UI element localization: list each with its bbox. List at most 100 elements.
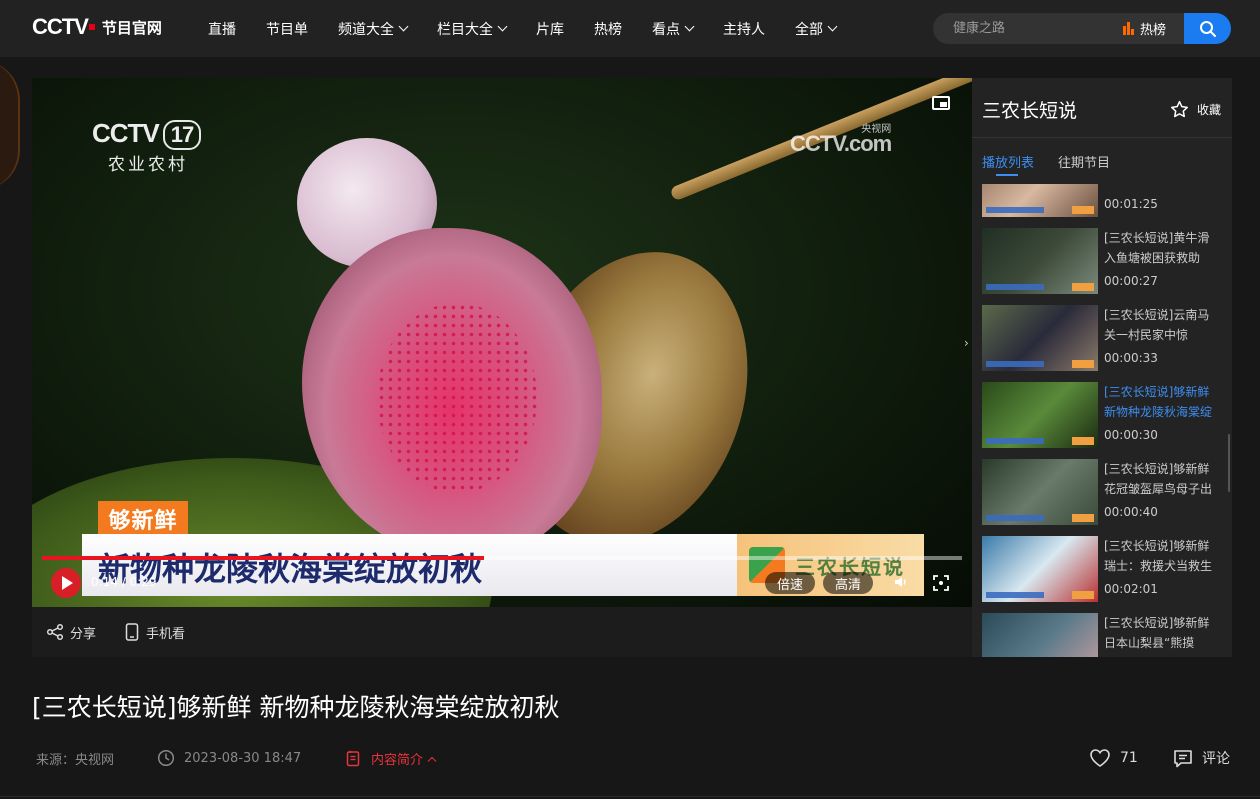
play-button[interactable] xyxy=(51,568,81,598)
footer-divider xyxy=(0,796,1260,797)
favorite-button[interactable]: 收藏 xyxy=(1170,100,1221,119)
playlist-thumbnail xyxy=(982,613,1098,657)
nav-item[interactable]: 全部 xyxy=(795,19,838,39)
playlist-item-duration: 00:02:01 xyxy=(1104,582,1158,596)
nav-item-label: 热榜 xyxy=(594,21,622,38)
clock-icon xyxy=(157,749,175,767)
volume-icon[interactable] xyxy=(893,574,909,590)
tab-underline xyxy=(996,174,1018,176)
channel-watermark: CCTV 17 农业农村 xyxy=(92,118,202,175)
nav-item[interactable]: 栏目大全 xyxy=(437,19,508,39)
thumbnail-caption-strip xyxy=(986,284,1044,290)
play-icon xyxy=(62,576,73,590)
logo-dot xyxy=(88,24,95,30)
hot-chart-icon xyxy=(1123,22,1135,35)
speed-button[interactable]: 倍速 xyxy=(765,572,816,594)
nav-item[interactable]: 节目单 xyxy=(266,19,308,39)
playlist-sidebar: 三农长短说 收藏 播放列表 往期节目 › 村干部营救大熊猫幼仔00:01:25 [… xyxy=(964,78,1232,657)
search-icon xyxy=(1199,20,1216,37)
playlist-thumbnail xyxy=(982,184,1098,217)
thumbnail-caption-strip xyxy=(986,207,1044,213)
playlist-item[interactable]: 村干部营救大熊猫幼仔00:01:25 xyxy=(982,184,1222,221)
playlist-item-duration: 00:00:30 xyxy=(1104,428,1158,442)
search-button[interactable] xyxy=(1184,13,1231,44)
intro-toggle[interactable]: 内容简介 xyxy=(346,749,437,768)
nav-item[interactable]: 热榜 xyxy=(594,19,622,39)
side-decoration xyxy=(0,60,20,190)
share-icon xyxy=(46,623,64,641)
tab-playlist[interactable]: 播放列表 xyxy=(982,152,1034,171)
time-display: 0:14 / 0:29 xyxy=(91,575,157,589)
chevron-down-icon xyxy=(684,21,695,32)
watermark-brand: CCTV xyxy=(92,118,160,148)
video-source: 来源：央视网 xyxy=(36,753,115,768)
playlist-item[interactable]: [三农长短说]够新鲜 瑞士：救援犬当救生 00:02:01 xyxy=(982,536,1222,606)
comment-icon xyxy=(1174,749,1192,767)
playlist-item[interactable]: [三农长短说]够新鲜 日本山梨县“熊摸 xyxy=(982,613,1222,657)
share-button[interactable]: 分享 xyxy=(46,623,96,642)
nav-item[interactable]: 频道大全 xyxy=(338,19,409,39)
playlist-item-title: [三农长短说]够新鲜 瑞士：救援犬当救生 xyxy=(1104,539,1213,573)
nav-item-label: 栏目大全 xyxy=(437,21,493,38)
playlist-thumbnail xyxy=(982,382,1098,448)
phone-icon xyxy=(125,623,139,641)
like-button[interactable]: 71 xyxy=(1089,748,1138,768)
thumbnail-logo xyxy=(1072,206,1094,214)
site-watermark: 央视网 CCTV.com xyxy=(790,120,892,157)
video-player[interactable]: CCTV 17 农业农村 央视网 CCTV.com 够新鲜 新物种龙陵秋海棠绽放初… xyxy=(32,78,972,607)
playlist-item-title: [三农长短说]够新鲜 花冠皱盔犀鸟母子出 xyxy=(1104,462,1213,496)
thumbnail-logo xyxy=(1072,437,1094,445)
site-watermark-brand: CCTV.com xyxy=(790,131,892,156)
mobile-watch-button[interactable]: 手机看 xyxy=(124,623,185,642)
sidebar-collapse-arrow[interactable]: › xyxy=(964,336,972,350)
video-datetime: 2023-08-30 18:47 xyxy=(157,749,301,767)
nav-item-label: 看点 xyxy=(652,21,680,38)
main-nav: 直播 节目单 频道大全 栏目大全 片库 热榜 看点 主持人 全部 xyxy=(208,0,866,57)
tab-past-episodes[interactable]: 往期节目 xyxy=(1058,152,1110,171)
logo-subtitle: 节目官网 xyxy=(101,18,162,37)
playlist: 村干部营救大熊猫幼仔00:01:25 [三农长短说]黄牛滑入鱼塘被困获救助 00:0… xyxy=(972,184,1232,657)
playlist-thumbnail xyxy=(982,536,1098,602)
playlist-item[interactable]: [三农长短说]黄牛滑入鱼塘被困获救助 00:00:27 xyxy=(982,228,1222,298)
playlist-item[interactable]: [三农长短说]云南马关一村民家中惊现“鲶 00:00:33 xyxy=(982,305,1222,375)
playlist-thumbnail xyxy=(982,305,1098,371)
nav-item[interactable]: 看点 xyxy=(652,19,695,39)
thumbnail-caption-strip xyxy=(986,592,1044,598)
nav-item[interactable]: 直播 xyxy=(208,19,236,39)
thumbnail-caption-strip xyxy=(986,361,1044,367)
player-action-bar: 分享 手机看 xyxy=(32,607,972,657)
chevron-up-icon xyxy=(427,756,437,765)
watermark-channel-name: 农业农村 xyxy=(108,155,188,175)
progress-fill xyxy=(42,556,484,560)
heart-icon xyxy=(1090,749,1110,767)
watermark-channel: 17 xyxy=(162,120,202,150)
fullscreen-icon[interactable] xyxy=(933,575,949,591)
playlist-item-title: [三农长短说]云南马关一村民家中惊现“鲶 xyxy=(1104,308,1210,342)
playlist-item-duration: 00:01:25 xyxy=(1104,197,1158,211)
nav-item-label: 主持人 xyxy=(723,21,765,38)
chevron-down-icon xyxy=(398,21,409,32)
comment-button[interactable]: 评论 xyxy=(1173,748,1230,768)
playlist-item[interactable]: [三农长短说]够新鲜 新物种龙陵秋海棠绽 00:00:30 xyxy=(982,382,1222,452)
thumbnail-logo xyxy=(1072,360,1094,368)
nav-item-label: 直播 xyxy=(208,21,236,38)
thumbnail-caption-strip xyxy=(986,438,1044,444)
hot-list-link[interactable]: 热榜 xyxy=(1123,19,1166,38)
nav-item[interactable]: 片库 xyxy=(536,19,564,39)
cctv-logo[interactable]: CCTV 节目官网 xyxy=(32,14,162,40)
playlist-item-title: [三农长短说]够新鲜 日本山梨县“熊摸 xyxy=(1104,616,1210,650)
nav-item[interactable]: 主持人 xyxy=(723,19,765,39)
picture-in-picture-icon[interactable] xyxy=(932,96,950,110)
video-flower-dots xyxy=(377,303,537,493)
chevron-down-icon xyxy=(497,21,508,32)
playlist-scrollbar[interactable] xyxy=(1228,434,1230,492)
playlist-item[interactable]: [三农长短说]够新鲜 花冠皱盔犀鸟母子出 00:00:40 xyxy=(982,459,1222,529)
playlist-item-duration: 00:00:33 xyxy=(1104,351,1158,365)
nav-item-label: 全部 xyxy=(795,21,823,38)
progress-bar[interactable] xyxy=(42,556,962,560)
mobile-watch-label: 手机看 xyxy=(146,626,186,642)
logo-brand: CCTV xyxy=(32,14,89,39)
share-label: 分享 xyxy=(70,626,97,642)
quality-button[interactable]: 高清 xyxy=(823,572,874,594)
search-input[interactable] xyxy=(933,13,1113,44)
